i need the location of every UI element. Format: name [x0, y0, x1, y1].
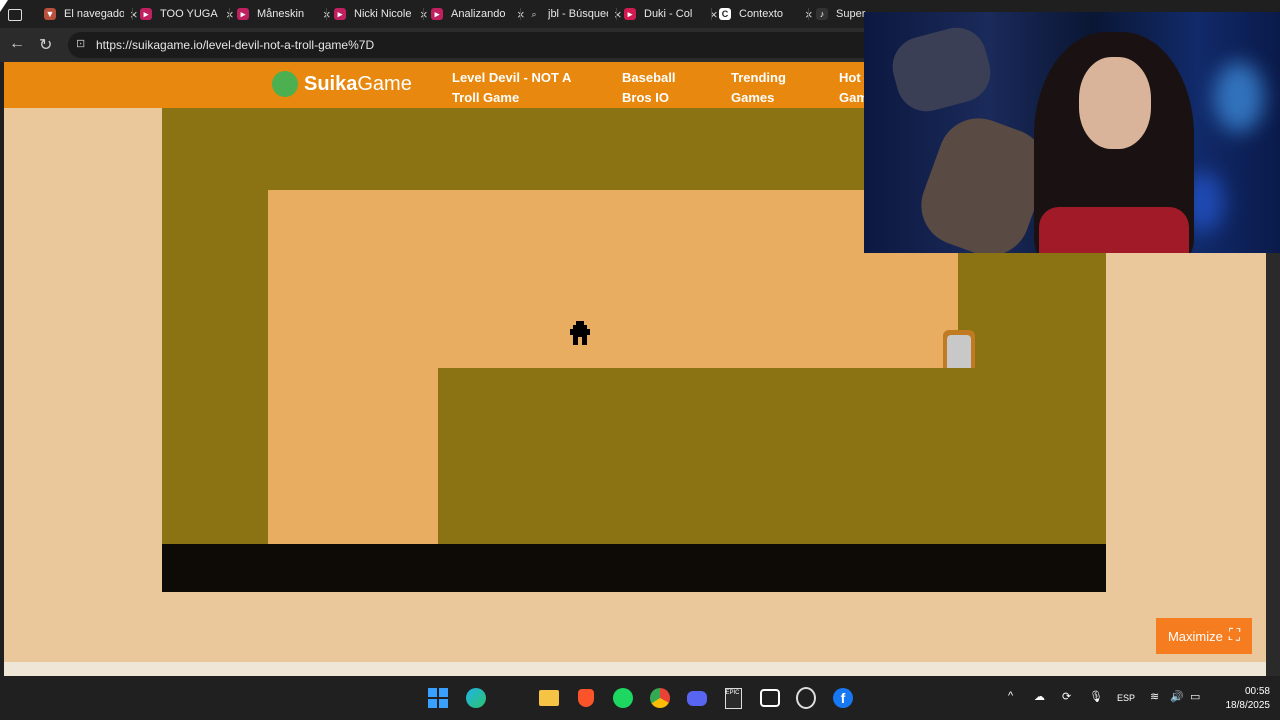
tab-2[interactable]: ▸ TOO YUGA × [140, 2, 234, 26]
tab-1[interactable]: ▼ El navegador × [44, 2, 138, 26]
nav-link-trending-games[interactable]: Trending Games [731, 68, 786, 108]
brave-icon[interactable] [576, 688, 596, 708]
maximize-button[interactable]: Maximize ⛶ [1156, 618, 1252, 654]
tab-separator [132, 8, 133, 20]
tab-6[interactable]: ⌕ jbl - Búsqueda × [528, 2, 621, 26]
tab-title: TOO YUGA [160, 8, 218, 20]
game-base-floor [162, 544, 1106, 592]
game-corridor-left [268, 190, 438, 544]
nav-link-line: Bros IO [622, 90, 669, 105]
tab-separator [423, 8, 424, 20]
mouse-cursor-icon [0, 0, 8, 12]
tab-title: Duki - Col [644, 8, 693, 20]
nav-link-line: Games [731, 90, 775, 105]
tab-actions-icon[interactable] [8, 3, 22, 27]
url-text: https://suikagame.io/level-devil-not-a-t… [96, 38, 375, 52]
steam-icon[interactable] [796, 687, 816, 709]
sync-icon[interactable]: ⟳ [1062, 690, 1071, 703]
battery-icon[interactable]: ▭ [1190, 690, 1200, 703]
contexto-favicon-icon: C [719, 8, 731, 20]
back-icon[interactable]: ← [9, 35, 25, 53]
tab-separator [711, 8, 712, 20]
tab-title: Analizando [451, 8, 506, 20]
microphone-icon[interactable]: 🎙 [1089, 690, 1103, 703]
nav-link-line: Trending [731, 70, 786, 85]
site-info-icon[interactable]: ⊡ [76, 37, 85, 50]
cloud-icon[interactable]: ☁ [1034, 690, 1045, 703]
youtube-favicon-icon: ▸ [431, 8, 443, 20]
webcam-overlay [864, 12, 1280, 253]
webcam-light [1214, 62, 1264, 132]
nav-link-line: Level Devil - NOT A [452, 70, 572, 85]
tab-title: El navegador [64, 8, 124, 20]
logo-text-bold: Suika [304, 72, 358, 95]
logo-text-light: Game [357, 72, 412, 95]
volume-icon[interactable]: 🔊 [1170, 690, 1184, 703]
reload-icon[interactable]: ↻ [39, 35, 52, 55]
start-icon[interactable] [428, 688, 448, 708]
epic-games-icon[interactable]: EPIC [723, 687, 743, 709]
tab-separator [326, 8, 327, 20]
youtube-favicon-icon: ▸ [334, 8, 346, 20]
wifi-icon[interactable]: ≋ [1150, 690, 1159, 703]
brave-favicon-icon: ▼ [44, 8, 56, 20]
spotify-icon[interactable] [613, 688, 633, 708]
player-character [570, 321, 590, 345]
chrome-icon[interactable] [650, 688, 670, 708]
tab-3[interactable]: ▸ Måneskin × [237, 2, 331, 26]
nav-link-level-devil[interactable]: Level Devil - NOT A Troll Game [452, 68, 571, 108]
tab-5[interactable]: ▸ Analizando × [431, 2, 525, 26]
nav-link-baseball-bros[interactable]: Baseball Bros IO [622, 68, 675, 108]
tab-4[interactable]: ▸ Nicki Nicole × [334, 2, 428, 26]
tab-7[interactable]: ▸ Duki - Col × [624, 2, 718, 26]
youtube-favicon-icon: ▸ [237, 8, 249, 20]
tab-title: Contexto [739, 8, 784, 20]
tab-separator [520, 8, 521, 20]
nav-link-line: Baseball [622, 70, 676, 85]
horizontal-scrollbar[interactable] [4, 662, 1266, 676]
system-clock[interactable]: 00:58 18/8/2025 [1212, 685, 1271, 713]
webcam-person-top [1039, 207, 1189, 253]
nav-link-line: Troll Game [452, 90, 520, 105]
tab-title: jbl - Búsqueda [548, 8, 608, 20]
file-explorer-icon[interactable] [539, 688, 559, 708]
youtube-favicon-icon: ▸ [624, 8, 636, 20]
webcam-person-face [1079, 57, 1151, 149]
tab-title: Måneskin [257, 8, 305, 20]
clock-time: 00:58 [1244, 686, 1270, 697]
tiktok-favicon-icon: ♪ [816, 8, 828, 20]
edge-icon[interactable] [466, 688, 486, 708]
taskbar: EPIC f ^ ☁ ⟳ 🎙 ESP ≋ 🔊 ▭ 00:58 18/8/2025 [0, 676, 1280, 720]
tab-separator [808, 8, 809, 20]
search-favicon-icon: ⌕ [531, 8, 537, 19]
tab-separator [229, 8, 230, 20]
tab-separator [616, 8, 617, 20]
watermelon-logo-icon [272, 71, 298, 97]
tab-8[interactable]: C Contexto × [719, 2, 813, 26]
tab-title: Nicki Nicole [354, 8, 412, 20]
maximize-label: Maximize [1167, 628, 1223, 644]
facebook-icon[interactable]: f [833, 688, 853, 708]
clock-date: 18/8/2025 [1225, 700, 1271, 711]
fullscreen-icon: ⛶ [1228, 627, 1241, 644]
youtube-favicon-icon: ▸ [140, 8, 152, 20]
discord-icon[interactable] [687, 688, 707, 708]
app-icon[interactable] [760, 688, 780, 708]
site-logo[interactable]: Suika Game [272, 71, 412, 97]
show-hidden-icons-icon[interactable]: ^ [1008, 690, 1013, 702]
language-indicator[interactable]: ESP [1117, 693, 1135, 703]
exit-door [943, 330, 975, 368]
